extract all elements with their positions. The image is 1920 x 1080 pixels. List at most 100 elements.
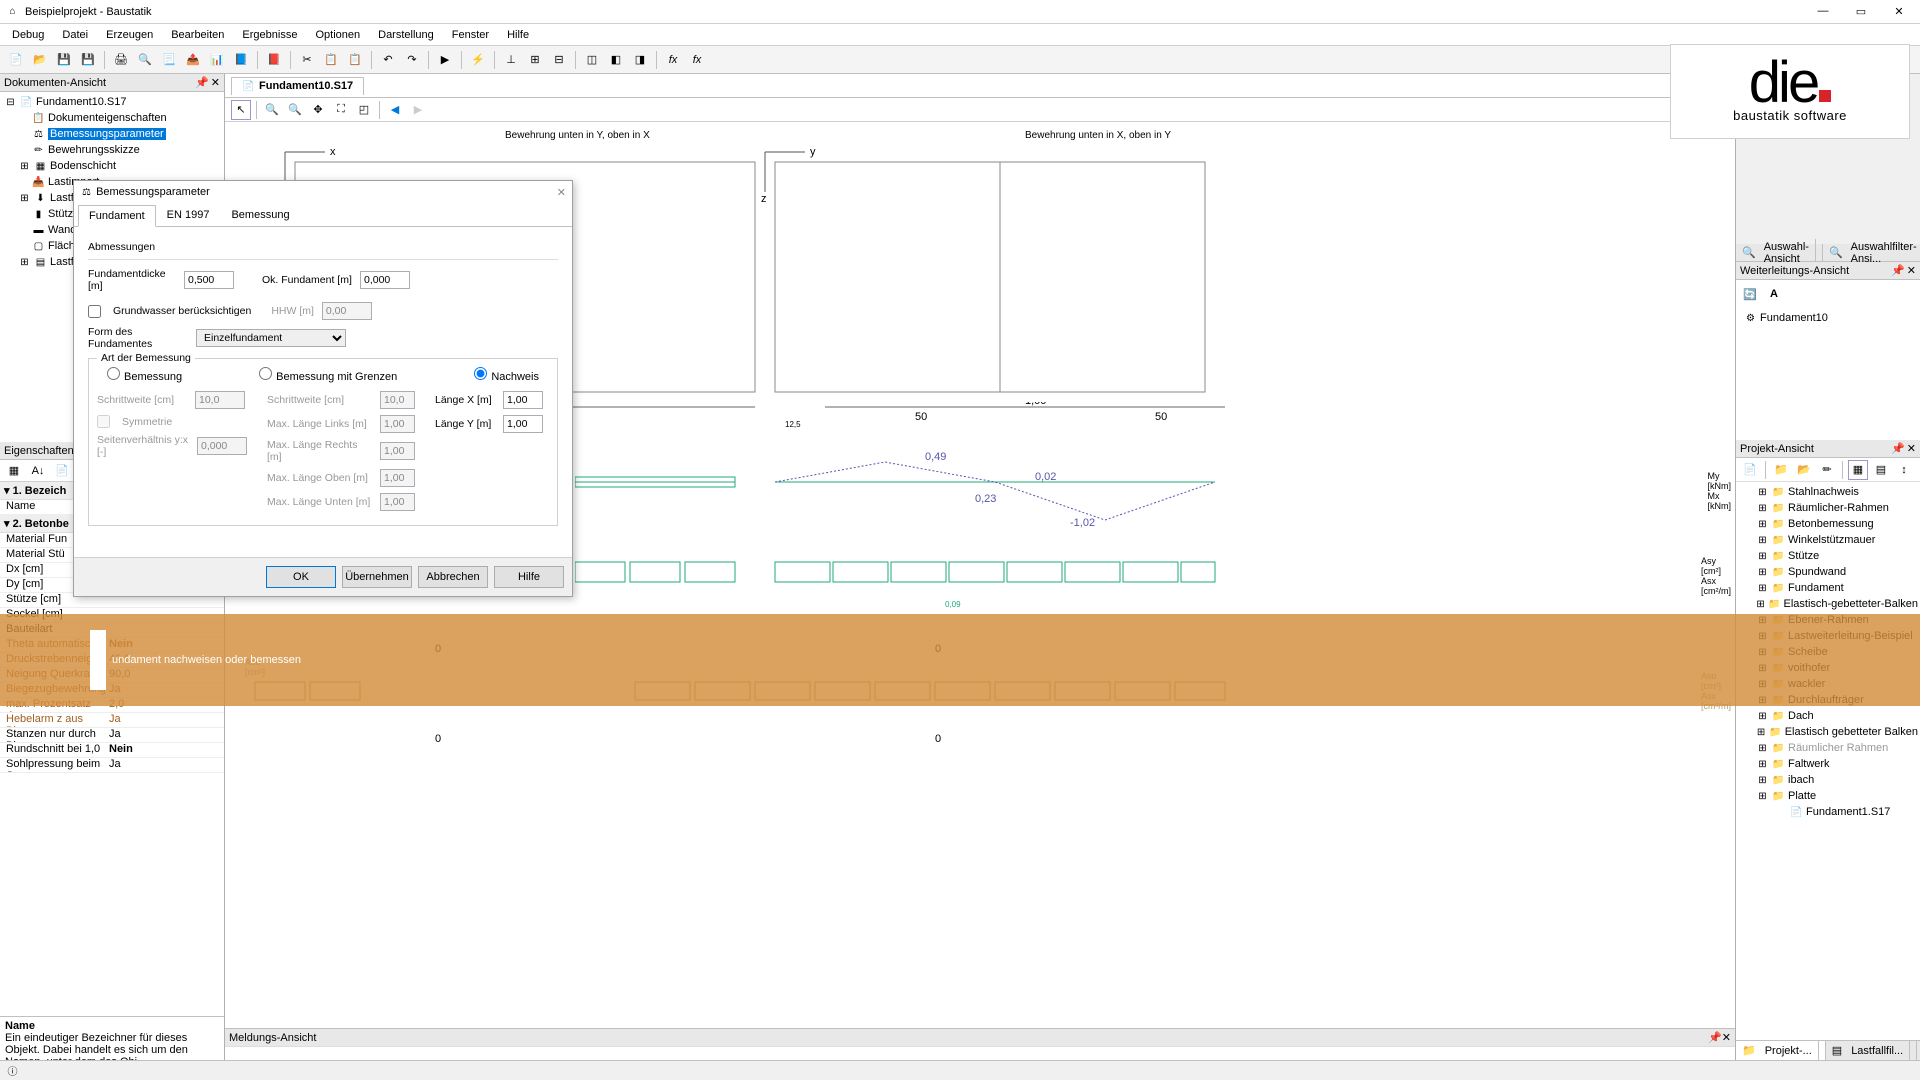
tb-tool3-icon[interactable]: ⊟ xyxy=(549,50,569,70)
close-panel-icon[interactable]: ✕ xyxy=(1907,264,1916,277)
btab-lastfall[interactable]: ▤Lastfallfil... xyxy=(1826,1041,1917,1060)
pin-icon[interactable]: 📌 xyxy=(1708,1032,1722,1044)
tb-export-icon[interactable]: 📤 xyxy=(183,50,203,70)
zoom-fit-icon[interactable]: ⛶ xyxy=(331,100,351,120)
proj-item[interactable]: ⊞📁Winkelstützmauer xyxy=(1738,532,1918,548)
proj-tb3-icon[interactable]: 📂 xyxy=(1794,460,1814,480)
menu-darstellung[interactable]: Darstellung xyxy=(370,27,442,43)
tb-page-icon[interactable]: 📃 xyxy=(159,50,179,70)
menu-datei[interactable]: Datei xyxy=(54,27,96,43)
ok-button[interactable]: OK xyxy=(266,566,336,588)
tb-tool4-icon[interactable]: ◫ xyxy=(582,50,602,70)
abbrechen-button[interactable]: Abbrechen xyxy=(418,566,488,588)
pointer-icon[interactable]: ↖ xyxy=(231,100,251,120)
proj-item[interactable]: ⊞📁Räumlicher-Rahmen xyxy=(1738,500,1918,516)
zoom-window-icon[interactable]: ◰ xyxy=(354,100,374,120)
grundwasser-checkbox[interactable] xyxy=(88,305,101,318)
tab-en1997[interactable]: EN 1997 xyxy=(156,204,221,226)
tb-print-icon[interactable]: 🖨 xyxy=(111,50,131,70)
tb-open-icon[interactable]: 📂 xyxy=(30,50,50,70)
proj-tb4-icon[interactable]: ✏ xyxy=(1817,460,1837,480)
tb-paste-icon[interactable]: 📋 xyxy=(345,50,365,70)
tb-copy-icon[interactable]: 📋 xyxy=(321,50,341,70)
fundamentdicke-input[interactable] xyxy=(184,271,234,289)
close-panel-icon[interactable]: ✕ xyxy=(1907,442,1916,455)
menu-debug[interactable]: Debug xyxy=(4,27,52,43)
laengey-input[interactable] xyxy=(503,415,543,433)
tb-word-icon[interactable]: 📘 xyxy=(231,50,251,70)
proj-tb5-icon[interactable]: ▦ xyxy=(1848,460,1868,480)
tb-run-icon[interactable]: ▶ xyxy=(435,50,455,70)
uebernehmen-button[interactable]: Übernehmen xyxy=(342,566,412,588)
menu-hilfe[interactable]: Hilfe xyxy=(499,27,537,43)
tb-lightning-icon[interactable]: ⚡ xyxy=(468,50,488,70)
tab-bemessung[interactable]: Bemessung xyxy=(220,204,300,226)
proj-tb1-icon[interactable]: 📄 xyxy=(1740,460,1760,480)
tab-auswahl[interactable]: 🔍Auswahl-Ansicht xyxy=(1736,244,1823,261)
tb-cut-icon[interactable]: ✂ xyxy=(297,50,317,70)
proj-sort-icon[interactable]: ↕ xyxy=(1894,460,1914,480)
props-page-icon[interactable]: 📄 xyxy=(52,461,72,481)
proj-item[interactable]: ⊞📁Stahlnachweis xyxy=(1738,484,1918,500)
tb-tool5-icon[interactable]: ◧ xyxy=(606,50,626,70)
proj-item[interactable]: ⊞📁Stütze xyxy=(1738,548,1918,564)
proj-item[interactable]: ⊞📁Fundament xyxy=(1738,580,1918,596)
proj-item[interactable]: ⊞📁Elastisch-gebetteter-Balken xyxy=(1738,596,1918,612)
project-tree[interactable]: ⊞📁Stahlnachweis⊞📁Räumlicher-Rahmen⊞📁Beto… xyxy=(1736,482,1920,1040)
proj-item[interactable]: ⊞📁Betonbemessung xyxy=(1738,516,1918,532)
tb-saveall-icon[interactable]: 💾 xyxy=(78,50,98,70)
tb-tool2-icon[interactable]: ⊞ xyxy=(525,50,545,70)
tb-fx-icon[interactable]: fx xyxy=(663,50,683,70)
tb-save-icon[interactable]: 💾 xyxy=(54,50,74,70)
proj-tb2-icon[interactable]: 📁 xyxy=(1771,460,1791,480)
tab-fundament[interactable]: Fundament xyxy=(78,205,156,227)
menu-optionen[interactable]: Optionen xyxy=(307,27,368,43)
close-panel-icon[interactable]: ✕ xyxy=(1722,1032,1731,1044)
pin-icon[interactable]: 📌 xyxy=(1891,264,1905,277)
close-panel-icon[interactable]: ✕ xyxy=(211,76,220,89)
pan-icon[interactable]: ✥ xyxy=(308,100,328,120)
props-cat-icon[interactable]: ▦ xyxy=(4,461,24,481)
proj-item[interactable]: ⊞📁Dach xyxy=(1738,708,1918,724)
proj-item[interactable]: ⊞📁Faltwerk xyxy=(1738,756,1918,772)
nav-back-icon[interactable]: ◀ xyxy=(385,100,405,120)
weiter-item[interactable]: ⚙Fundament10 xyxy=(1740,310,1916,326)
form-select[interactable]: Einzelfundament xyxy=(196,329,346,347)
proj-item[interactable]: ⊞📁Spundwand xyxy=(1738,564,1918,580)
minimize-button[interactable]: — xyxy=(1808,5,1838,18)
proj-item[interactable]: ⊞📁Räumlicher Rahmen xyxy=(1738,740,1918,756)
radio-bemessung[interactable]: Bemessung xyxy=(107,367,182,383)
tb-preview-icon[interactable]: 🔍 xyxy=(135,50,155,70)
proj-item[interactable]: 📄Fundament1.S17 xyxy=(1738,804,1918,820)
proj-item[interactable]: ⊞📁ibach xyxy=(1738,772,1918,788)
pin-icon[interactable]: 📌 xyxy=(195,76,209,89)
props-sort-icon[interactable]: A↓ xyxy=(28,461,48,481)
pin-icon[interactable]: 📌 xyxy=(1891,442,1905,455)
radio-bemessung-grenzen[interactable]: Bemessung mit Grenzen xyxy=(259,367,397,383)
tb-tool6-icon[interactable]: ◨ xyxy=(630,50,650,70)
font-icon[interactable]: A xyxy=(1764,284,1784,304)
nav-fwd-icon[interactable]: ▶ xyxy=(408,100,428,120)
close-button[interactable]: ✕ xyxy=(1884,5,1914,18)
tb-excel-icon[interactable]: 📊 xyxy=(207,50,227,70)
proj-item[interactable]: ⊞📁Elastisch gebetteter Balken xyxy=(1738,724,1918,740)
laengex-input[interactable] xyxy=(503,391,543,409)
tb-tool1-icon[interactable]: ⊥ xyxy=(501,50,521,70)
menu-fenster[interactable]: Fenster xyxy=(444,27,497,43)
tb-undo-icon[interactable]: ↶ xyxy=(378,50,398,70)
document-tab[interactable]: 📄Fundament10.S17 xyxy=(231,77,364,95)
zoom-out-icon[interactable]: 🔍 xyxy=(285,100,305,120)
tb-new-icon[interactable]: 📄 xyxy=(6,50,26,70)
menu-ergebnisse[interactable]: Ergebnisse xyxy=(234,27,305,43)
tb-redo-icon[interactable]: ↷ xyxy=(402,50,422,70)
proj-item[interactable]: ⊞📁Platte xyxy=(1738,788,1918,804)
proj-tb6-icon[interactable]: ▤ xyxy=(1871,460,1891,480)
tab-auswahlfilter[interactable]: 🔍Auswahlfilter-Ansi... xyxy=(1823,244,1920,261)
maximize-button[interactable]: ▭ xyxy=(1846,5,1876,18)
refresh-icon[interactable]: 🔄 xyxy=(1740,284,1760,304)
okfundament-input[interactable] xyxy=(360,271,410,289)
radio-nachweis[interactable]: Nachweis xyxy=(474,367,539,383)
tb-fx2-icon[interactable]: fx xyxy=(687,50,707,70)
dialog-close-icon[interactable]: ✕ xyxy=(557,186,566,199)
menu-erzeugen[interactable]: Erzeugen xyxy=(98,27,161,43)
